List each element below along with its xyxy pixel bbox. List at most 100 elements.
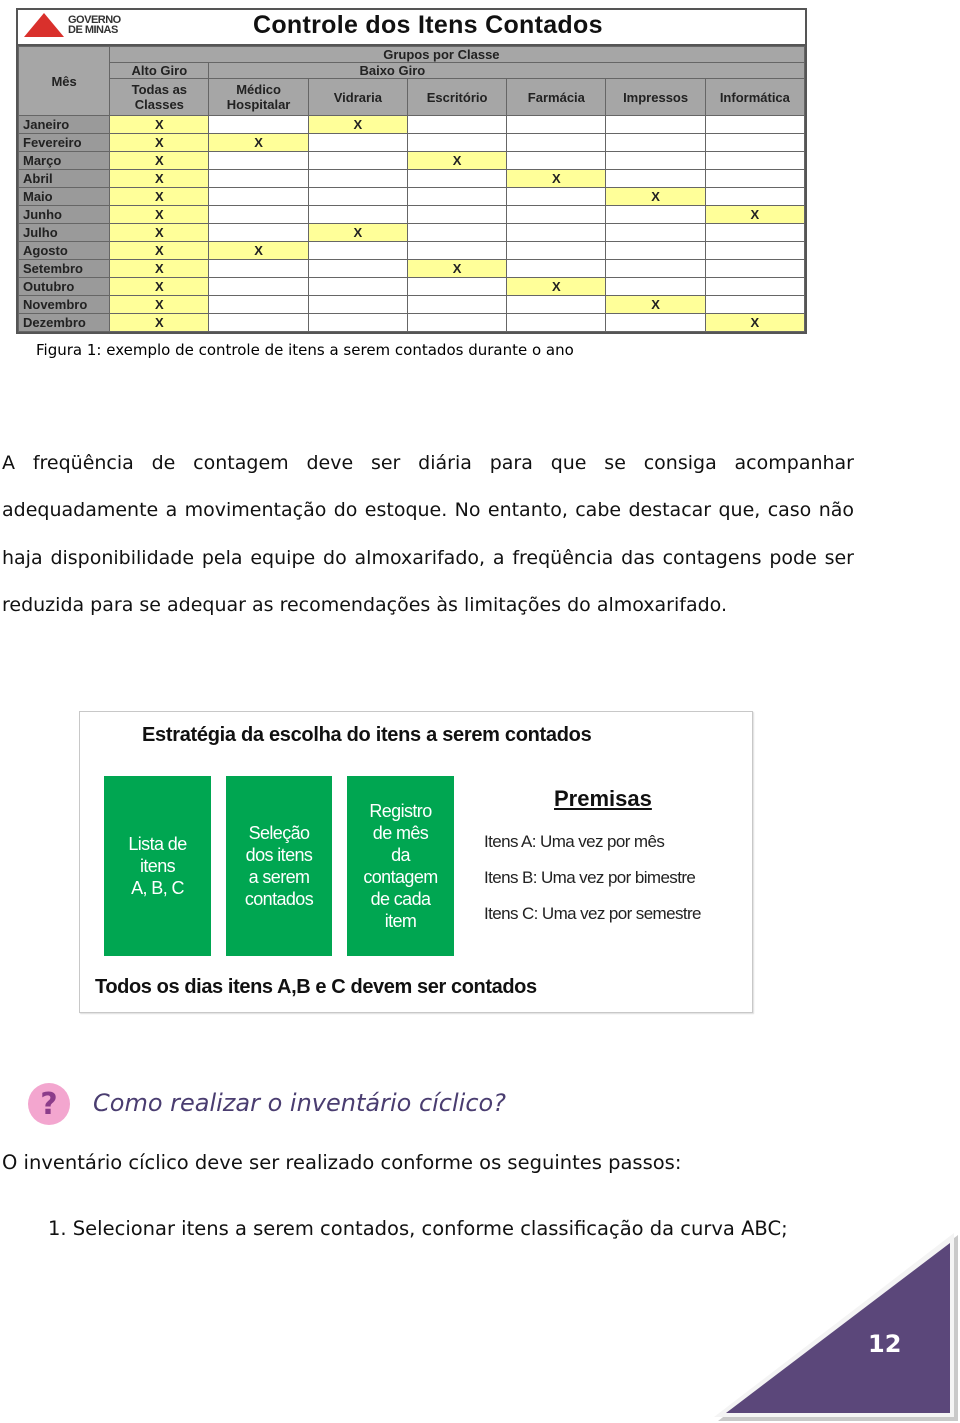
month-cell: Abril	[17, 169, 111, 188]
premisa-item: Itens C: Uma vez por semestre	[484, 904, 702, 923]
x-mark: X	[452, 153, 462, 168]
empty-cell	[704, 241, 806, 260]
empty-cell	[506, 115, 607, 134]
table-row: Novembro X X	[17, 295, 806, 314]
box-line: dos itens	[245, 845, 313, 865]
marked-cell: X	[109, 151, 210, 170]
table-row: Maio X X	[17, 187, 806, 206]
x-mark: X	[750, 315, 760, 330]
empty-cell	[605, 169, 706, 188]
empty-cell	[605, 223, 706, 242]
empty-cell	[208, 295, 309, 314]
table-row: Março X X	[17, 151, 806, 170]
empty-cell	[704, 151, 806, 170]
marked-cell: X	[109, 169, 210, 188]
x-mark: X	[155, 153, 164, 168]
box-line: contados	[244, 889, 314, 909]
empty-cell	[605, 313, 706, 332]
empty-cell	[506, 223, 607, 242]
x-mark: X	[155, 243, 164, 258]
empty-cell	[605, 241, 706, 260]
box-line: Seleção	[248, 823, 310, 843]
box-line: itens	[139, 856, 176, 876]
marked-cell: X	[109, 259, 210, 278]
box-line: da	[391, 845, 410, 865]
empty-cell	[208, 151, 309, 170]
marked-cell: X	[109, 241, 210, 260]
governo-minas-logo: GOVERNO DE MINAS	[24, 13, 121, 37]
month-cell: Maio	[17, 187, 111, 206]
column-header: Médico Hospitalar	[208, 78, 309, 116]
empty-cell	[307, 133, 408, 152]
month-cell: Março	[17, 151, 111, 170]
empty-cell	[406, 295, 508, 314]
x-mark: X	[552, 279, 561, 294]
empty-cell	[506, 205, 607, 224]
empty-cell	[605, 259, 706, 278]
empty-cell	[605, 115, 706, 134]
empty-cell	[605, 133, 706, 152]
empty-cell	[406, 241, 508, 260]
empty-cell	[506, 241, 607, 260]
figure-1-caption: Figura 1: exemplo de controle de itens a…	[36, 341, 574, 359]
table-row: Setembro X X	[17, 259, 806, 278]
x-mark: X	[651, 297, 660, 312]
x-mark: X	[353, 225, 363, 240]
empty-cell	[307, 151, 408, 170]
column-header: Vidraria	[307, 78, 408, 116]
table-row: Dezembro X X	[17, 313, 806, 332]
empty-cell	[506, 313, 607, 332]
x-mark: X	[155, 207, 164, 222]
month-cell: Agosto	[17, 241, 111, 260]
marked-cell: X	[109, 277, 210, 296]
empty-cell	[208, 313, 309, 332]
section-heading: Como realizar o inventário cíclico?	[93, 1089, 506, 1117]
x-mark: X	[452, 261, 462, 276]
empty-cell	[704, 295, 806, 314]
empty-cell	[704, 259, 806, 278]
box-line: a serem	[248, 867, 310, 887]
body-paragraph: A freqüência de contagem deve ser diária…	[2, 452, 854, 616]
marked-cell: X	[406, 259, 508, 278]
empty-cell	[406, 187, 508, 206]
table-row: Junho X X	[17, 205, 806, 224]
marked-cell: X	[605, 187, 706, 206]
empty-cell	[208, 205, 309, 224]
x-mark: X	[750, 207, 760, 222]
empty-cell	[406, 115, 508, 134]
x-mark: X	[155, 171, 164, 186]
empty-cell	[704, 115, 806, 134]
marked-cell: X	[109, 205, 210, 224]
control-grid: Mês Grupos por Classe Alto Giro Baixo Gi…	[17, 46, 806, 332]
empty-cell	[406, 169, 508, 188]
empty-cell	[208, 259, 309, 278]
x-mark: X	[155, 225, 164, 240]
x-mark: X	[155, 315, 164, 330]
premisa-item: Itens B: Uma vez por bimestre	[484, 868, 696, 887]
table-row: Abril X X	[17, 169, 806, 188]
empty-cell	[307, 313, 408, 332]
marked-cell: X	[109, 133, 210, 152]
month-cell: Janeiro	[17, 115, 111, 134]
marked-cell: X	[704, 205, 806, 224]
empty-cell	[506, 151, 607, 170]
box-line: Registro	[369, 801, 432, 821]
marked-cell: X	[109, 313, 210, 332]
box-line: A, B, C	[131, 878, 184, 898]
empty-cell	[406, 277, 508, 296]
marked-cell: X	[605, 295, 706, 314]
page-number-badge	[714, 1233, 958, 1421]
marked-cell: X	[208, 241, 309, 260]
box-line: Lista de	[128, 834, 187, 854]
step-item: 1. Selecionar itens a serem contados, co…	[48, 1217, 788, 1240]
logo-line-2: DE MINAS	[68, 24, 118, 36]
empty-cell	[208, 223, 309, 242]
premisas-title: Premisas	[554, 786, 652, 811]
green-box-registry: Registro de mês da contagem de cada item	[347, 776, 454, 956]
empty-cell	[307, 295, 408, 314]
empty-cell	[406, 205, 508, 224]
x-mark: X	[155, 261, 164, 276]
column-header: Escritório	[406, 78, 508, 116]
empty-cell	[704, 223, 806, 242]
x-mark: X	[155, 279, 164, 294]
